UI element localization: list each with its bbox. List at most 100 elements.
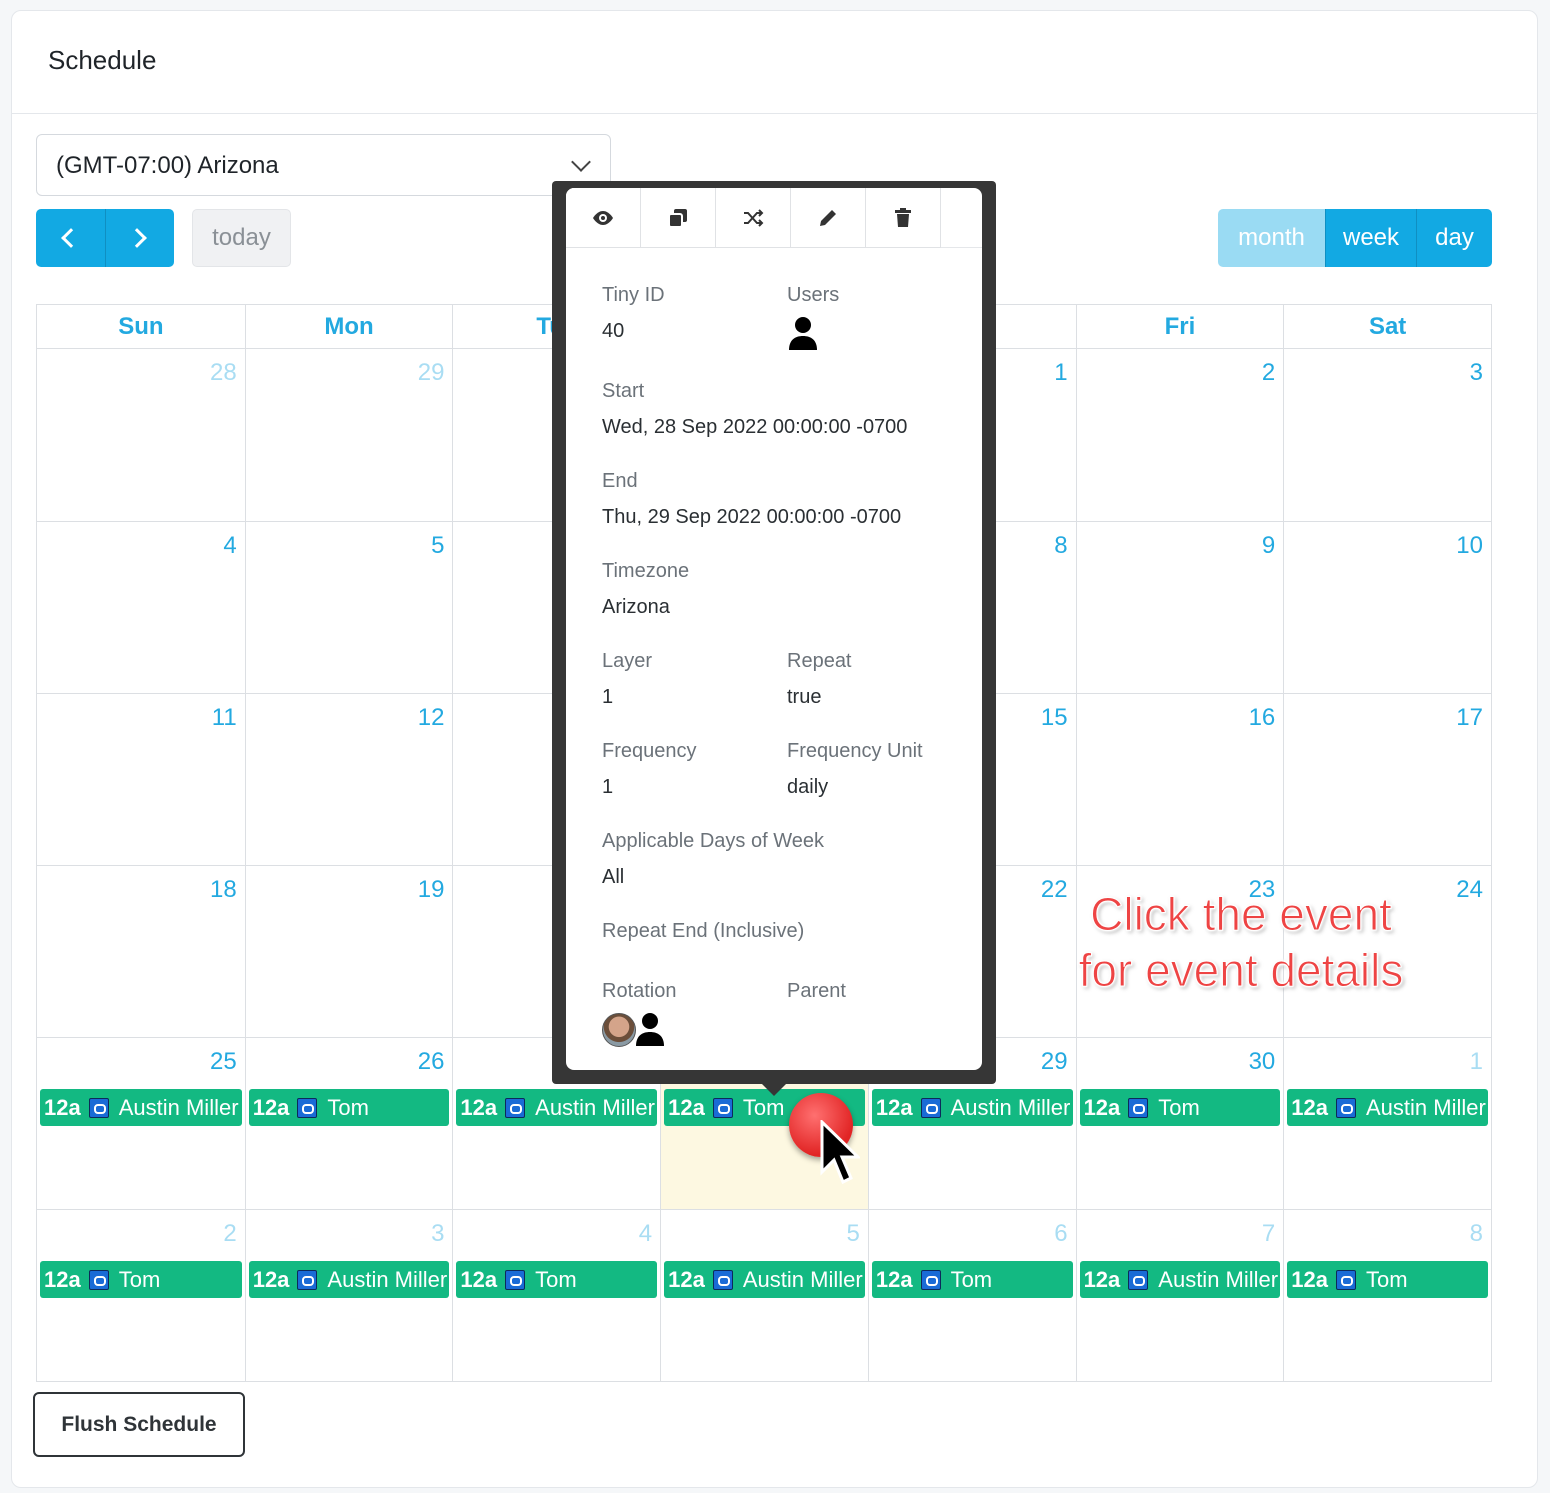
day-number[interactable]: 3 <box>431 1220 444 1248</box>
day-number[interactable]: 17 <box>1456 704 1483 732</box>
day-number[interactable]: 5 <box>431 532 444 560</box>
day-number[interactable]: 25 <box>210 1048 237 1076</box>
day-cell[interactable]: 3 <box>1283 349 1491 521</box>
day-cell[interactable]: 28 <box>37 349 245 521</box>
view-event-button[interactable] <box>566 188 641 248</box>
day-cell[interactable]: 10 <box>1283 521 1491 693</box>
day-cell[interactable]: 4 <box>37 521 245 693</box>
calendar-event[interactable]: 12a Austin Miller <box>456 1089 658 1126</box>
day-number[interactable]: 9 <box>1262 532 1275 560</box>
calendar-event[interactable]: 12a Tom <box>40 1261 242 1298</box>
prev-month-button[interactable] <box>36 209 105 267</box>
day-number[interactable]: 4 <box>223 532 236 560</box>
repeat-value: true <box>787 686 822 708</box>
repeat-icon <box>920 1270 941 1290</box>
day-cell[interactable]: 17 <box>1283 693 1491 865</box>
day-number[interactable]: 4 <box>639 1220 652 1248</box>
day-number[interactable]: 19 <box>418 876 445 904</box>
day-number[interactable]: 2 <box>223 1220 236 1248</box>
applicable-days-label: Applicable Days of Week <box>602 830 824 852</box>
day-cell[interactable]: 2 12a Tom <box>37 1209 245 1381</box>
day-cell[interactable]: 11 <box>37 693 245 865</box>
calendar-event[interactable]: 12a Tom <box>248 1089 450 1126</box>
month-view-button[interactable]: month <box>1218 209 1325 267</box>
week-view-button[interactable]: week <box>1325 209 1416 267</box>
today-button[interactable]: today <box>192 209 291 267</box>
day-cell[interactable]: 9 <box>1075 521 1284 693</box>
day-number[interactable]: 18 <box>210 876 237 904</box>
calendar-event[interactable]: 12a Tom <box>871 1261 1073 1298</box>
day-cell[interactable]: 7 12a Austin Miller <box>1075 1209 1284 1381</box>
repeat-label: Repeat <box>787 650 852 672</box>
weekday-sat: Sat <box>1283 305 1491 349</box>
day-cell[interactable]: 30 12a Tom <box>1075 1037 1284 1209</box>
page-title: Schedule <box>48 45 157 75</box>
avatar <box>602 1013 636 1047</box>
timezone-label: Timezone <box>602 560 690 582</box>
day-number[interactable]: 8 <box>1470 1220 1483 1248</box>
repeat-icon <box>1128 1270 1149 1290</box>
shuffle-event-button[interactable] <box>716 188 791 248</box>
frequency-label: Frequency <box>602 740 697 762</box>
delete-event-button[interactable] <box>866 188 941 248</box>
event-name: Tom <box>327 1095 369 1120</box>
day-number[interactable]: 6 <box>1054 1220 1067 1248</box>
day-cell[interactable]: 5 12a Austin Miller <box>660 1209 868 1381</box>
day-cell[interactable]: 3 12a Austin Miller <box>244 1209 453 1381</box>
day-number[interactable]: 8 <box>1054 532 1067 560</box>
day-number[interactable]: 2 <box>1262 359 1275 387</box>
tiny-id-value: 40 <box>602 320 625 342</box>
day-number[interactable]: 7 <box>1262 1220 1275 1248</box>
day-cell[interactable]: 4 12a Tom <box>452 1209 661 1381</box>
day-number[interactable]: 11 <box>212 704 237 732</box>
day-number[interactable]: 1 <box>1470 1048 1483 1076</box>
day-view-button[interactable]: day <box>1416 209 1492 267</box>
duplicate-event-button[interactable] <box>641 188 716 248</box>
day-number[interactable]: 28 <box>210 359 237 387</box>
calendar-event[interactable]: 12a Austin Miller <box>248 1261 450 1298</box>
event-time: 12a <box>252 1267 290 1292</box>
weekday-mon: Mon <box>244 305 453 349</box>
day-number[interactable]: 12 <box>418 704 445 732</box>
day-cell[interactable]: 19 <box>244 865 453 1037</box>
day-cell[interactable]: 2 <box>1075 349 1284 521</box>
day-number[interactable]: 15 <box>1041 704 1068 732</box>
day-number[interactable]: 29 <box>418 359 445 387</box>
day-number[interactable]: 30 <box>1249 1048 1276 1076</box>
edit-event-button[interactable] <box>791 188 866 248</box>
calendar-event[interactable]: 12a Austin Miller <box>40 1089 242 1126</box>
day-cell[interactable]: 1 12a Austin Miller <box>1283 1037 1491 1209</box>
day-cell[interactable]: 26 12a Tom <box>244 1037 453 1209</box>
day-number[interactable]: 16 <box>1249 704 1276 732</box>
calendar-event[interactable]: 12a Tom <box>1287 1261 1488 1298</box>
next-month-button[interactable] <box>104 209 174 267</box>
day-number[interactable]: 24 <box>1456 876 1483 904</box>
flush-schedule-button[interactable]: Flush Schedule <box>33 1392 245 1457</box>
day-cell[interactable]: 29 <box>244 349 453 521</box>
day-number[interactable]: 3 <box>1470 359 1483 387</box>
calendar-event[interactable]: 12a Tom <box>1079 1089 1281 1126</box>
day-number[interactable]: 26 <box>418 1048 445 1076</box>
day-number[interactable]: 29 <box>1041 1048 1068 1076</box>
calendar-event[interactable]: 12a Austin Miller <box>1079 1261 1281 1298</box>
tiny-id-label: Tiny ID <box>602 284 665 306</box>
day-number[interactable]: 10 <box>1456 532 1483 560</box>
calendar-event[interactable]: 12a Austin Miller <box>1287 1089 1488 1126</box>
day-cell[interactable]: 5 <box>244 521 453 693</box>
day-number[interactable]: 5 <box>846 1220 859 1248</box>
day-cell[interactable]: 6 12a Tom <box>867 1209 1076 1381</box>
event-time: 12a <box>1291 1095 1328 1120</box>
day-cell[interactable]: 16 <box>1075 693 1284 865</box>
day-cell[interactable]: 12 <box>244 693 453 865</box>
day-cell[interactable]: 8 12a Tom <box>1283 1209 1491 1381</box>
calendar-event[interactable]: 12a Tom <box>456 1261 658 1298</box>
event-name: Austin Miller <box>950 1095 1071 1120</box>
calendar-event[interactable]: 12a Austin Miller <box>664 1261 865 1298</box>
calendar-event[interactable]: 12a Austin Miller <box>871 1089 1073 1126</box>
repeat-icon <box>88 1098 109 1118</box>
day-cell[interactable]: 25 12a Austin Miller <box>37 1037 245 1209</box>
timezone-select[interactable]: (GMT-07:00) Arizona <box>36 134 611 196</box>
day-cell[interactable]: 18 <box>37 865 245 1037</box>
day-number[interactable]: 1 <box>1054 359 1067 387</box>
trash-icon <box>895 207 911 227</box>
